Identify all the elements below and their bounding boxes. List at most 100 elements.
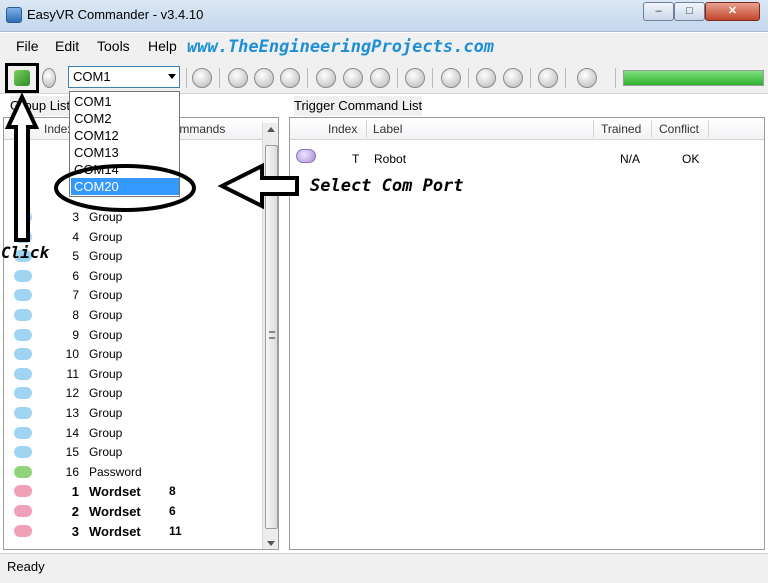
list-item[interactable]: 3 Wordset 11 — [4, 522, 262, 542]
minimize-button[interactable]: – — [643, 2, 674, 21]
annotation-select-com-port: Select Com Port — [310, 176, 464, 196]
scroll-thumb[interactable] — [265, 145, 278, 529]
dropdown-option-com20[interactable]: COM20 — [71, 178, 179, 195]
list-item[interactable]: 7 Group — [4, 286, 262, 306]
chevron-down-icon[interactable] — [168, 74, 176, 79]
group-label: Group — [89, 327, 123, 342]
speech-bubble-icon — [296, 149, 316, 163]
list-item[interactable]: 13 Group — [4, 404, 262, 424]
speech-bubble-icon — [14, 289, 32, 302]
toolbar-separator — [432, 68, 433, 88]
group-label: Group — [89, 308, 123, 322]
port-combo[interactable]: COM1 — [68, 66, 180, 88]
group-index: 9 — [72, 327, 79, 342]
sound-table-icon[interactable] — [538, 68, 558, 88]
status-bar: Ready — [0, 553, 768, 583]
speech-bubble-icon — [14, 485, 32, 498]
group-label: Group — [89, 366, 123, 381]
menu-tools[interactable]: Tools — [97, 38, 130, 54]
insert-command-icon[interactable] — [343, 68, 363, 88]
update-icon[interactable] — [577, 68, 597, 88]
column-conflict[interactable]: Conflict — [659, 118, 699, 140]
dropdown-option-com2[interactable]: COM2 — [71, 110, 179, 127]
trigger-trained: N/A — [620, 152, 641, 166]
list-item[interactable]: 3 Group — [4, 208, 262, 228]
list-item[interactable]: 9 Group — [4, 326, 262, 346]
list-item[interactable]: 2 Wordset 6 — [4, 502, 262, 522]
toolbar-separator — [397, 68, 398, 88]
port-dropdown-list[interactable]: COM1 COM2 COM12 COM13 COM14 COM20 — [69, 91, 180, 197]
list-item[interactable]: 12 Group — [4, 384, 262, 404]
add-command-icon[interactable] — [316, 68, 336, 88]
speech-bubble-icon — [14, 407, 32, 419]
port-combo-value: COM1 — [73, 69, 111, 84]
close-button[interactable]: ✕ — [705, 2, 760, 21]
group-label: Group — [89, 347, 123, 362]
list-item[interactable]: 15 Group — [4, 443, 262, 463]
group-label: Group — [89, 268, 123, 283]
disconnect-icon[interactable] — [42, 68, 56, 88]
add-group-icon[interactable] — [228, 68, 248, 88]
group-index: 11 — [66, 366, 79, 381]
test-icon[interactable] — [503, 68, 523, 88]
column-divider — [708, 120, 709, 138]
list-item[interactable]: 11 Group — [4, 365, 262, 385]
scrollbar[interactable] — [262, 123, 278, 549]
scroll-up-icon[interactable] — [267, 127, 275, 132]
connect-button[interactable] — [5, 63, 39, 93]
dropdown-option-com12[interactable]: COM12 — [71, 127, 179, 144]
speaker-icon[interactable] — [476, 68, 496, 88]
dropdown-option-com1[interactable]: COM1 — [71, 93, 179, 110]
list-item[interactable]: 14 Group — [4, 424, 262, 444]
maximize-button[interactable]: □ — [674, 2, 705, 21]
menu-edit[interactable]: Edit — [55, 38, 79, 54]
title-bar: EasyVR Commander - v3.4.10 – □ ✕ — [0, 0, 768, 32]
column-divider — [651, 120, 652, 138]
group-label: Group — [89, 288, 123, 303]
list-item[interactable]: 10 Group — [4, 345, 262, 365]
trigger-list-title: Trigger Command List — [294, 96, 423, 116]
group-index: 7 — [72, 288, 79, 303]
trigger-label: Robot — [374, 152, 407, 166]
group-label: Group — [89, 229, 123, 244]
trigger-conflict: OK — [682, 152, 700, 166]
dropdown-option-com13[interactable]: COM13 — [71, 144, 179, 161]
group-command-count: 6 — [169, 504, 176, 518]
menu-help[interactable]: Help — [148, 38, 177, 54]
speech-bubble-icon — [14, 328, 32, 341]
speech-bubble-icon — [14, 524, 32, 537]
properties-icon[interactable] — [192, 68, 212, 88]
group-index: 4 — [72, 229, 79, 244]
list-item[interactable]: 1 Wordset 8 — [4, 482, 262, 502]
toolbar-separator — [219, 68, 220, 88]
menu-bar: File Edit Tools Help www.TheEngineeringP… — [0, 33, 768, 60]
watermark-text: www.TheEngineeringProjects.com — [187, 37, 495, 57]
group-label: Wordset — [89, 484, 141, 500]
group-index: 10 — [65, 347, 79, 362]
group-index: 2 — [71, 504, 79, 519]
remove-command-icon[interactable] — [370, 68, 390, 88]
list-item[interactable]: 6 Group — [4, 267, 262, 287]
group-label: Wordset — [89, 523, 141, 539]
dropdown-option-com14[interactable]: COM14 — [71, 161, 179, 178]
toolbar-separator — [186, 68, 187, 88]
trigger-index: T — [352, 152, 360, 166]
rename-icon[interactable] — [405, 68, 425, 88]
group-label: Group — [89, 386, 123, 401]
list-item[interactable]: 16 Password — [4, 463, 262, 483]
column-trained[interactable]: Trained — [601, 118, 641, 140]
remove-group-icon[interactable] — [280, 68, 300, 88]
insert-group-icon[interactable] — [254, 68, 274, 88]
group-index: 14 — [65, 425, 79, 440]
group-label: Wordset — [89, 504, 141, 519]
menu-file[interactable]: File — [16, 38, 39, 54]
column-label[interactable]: Label — [373, 118, 402, 140]
scroll-down-icon[interactable] — [267, 541, 275, 546]
speech-bubble-icon — [14, 465, 32, 478]
group-label: Group — [89, 249, 123, 264]
erase-icon[interactable] — [441, 68, 461, 88]
column-index[interactable]: Index — [328, 118, 357, 140]
speech-bubble-icon — [14, 309, 32, 321]
window-title: EasyVR Commander - v3.4.10 — [27, 7, 204, 22]
list-item[interactable]: 8 Group — [4, 306, 262, 326]
